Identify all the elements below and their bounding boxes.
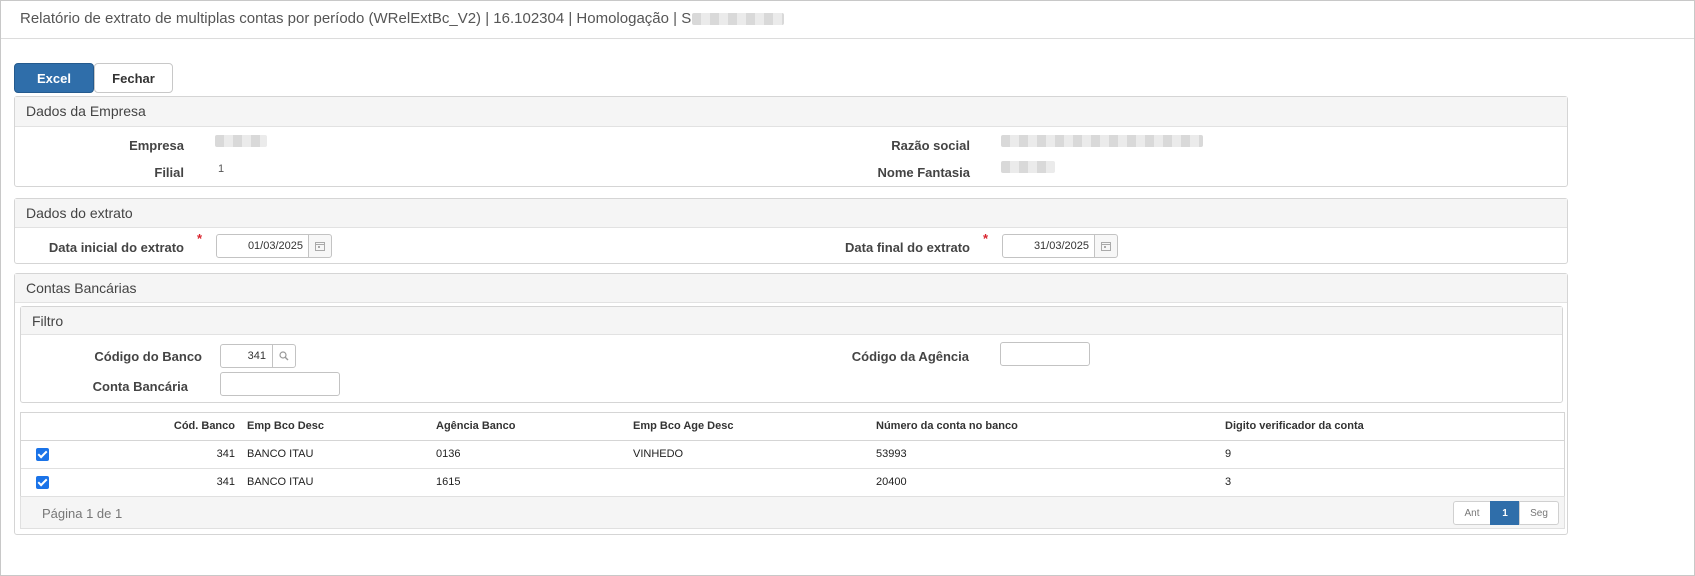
- cell-digito-verificador: 3: [1219, 468, 1564, 497]
- page-1-button[interactable]: 1: [1490, 501, 1520, 525]
- redacted-environment: [692, 13, 785, 26]
- cell-emp-bco-desc: BANCO ITAU: [241, 440, 430, 469]
- search-icon: [279, 351, 289, 361]
- data-inicial-label: Data inicial do extrato: [48, 240, 184, 255]
- table-row[interactable]: 341 BANCO ITAU 0136 VINHEDO 53993 9: [21, 440, 1564, 469]
- checkbox-checked[interactable]: [36, 475, 49, 489]
- data-inicial-input[interactable]: 01/03/2025: [216, 234, 310, 258]
- col-header-emp-bco-age-desc[interactable]: Emp Bco Age Desc: [627, 412, 870, 441]
- table-row[interactable]: 341 BANCO ITAU 1615 20400 3: [21, 468, 1564, 497]
- codigo-agencia-input[interactable]: [1000, 342, 1090, 366]
- required-mark: *: [197, 231, 203, 246]
- cell-agencia-banco: 1615: [430, 468, 627, 497]
- close-button[interactable]: Fechar: [94, 63, 173, 93]
- codigo-banco-input[interactable]: 341: [220, 344, 273, 368]
- company-panel-heading: Dados da Empresa: [15, 97, 1567, 127]
- cell-cod-banco: 341: [85, 468, 241, 497]
- window-title-text: Relatório de extrato de multiplas contas…: [20, 10, 692, 27]
- codigo-banco-label: Código do Banco: [94, 349, 202, 364]
- data-final-label: Data final do extrato: [845, 240, 970, 255]
- cell-numero-conta: 20400: [870, 468, 1219, 497]
- codigo-agencia-label: Código da Agência: [851, 349, 969, 364]
- col-header-cod-banco[interactable]: Cód. Banco: [85, 412, 241, 441]
- col-header-digito-verificador[interactable]: Digito verificador da conta: [1219, 412, 1564, 441]
- filial-value: 1: [218, 163, 225, 175]
- col-header-emp-bco-desc[interactable]: Emp Bco Desc: [241, 412, 430, 441]
- col-header-numero-conta[interactable]: Número da conta no banco: [870, 412, 1219, 441]
- razao-social-value-redacted: [1001, 135, 1203, 147]
- cell-numero-conta: 53993: [870, 440, 1219, 469]
- calendar-icon: [315, 242, 325, 251]
- table-header-row: Cód. Banco Emp Bco Desc Agência Banco Em…: [21, 412, 1564, 441]
- bank-accounts-heading: Contas Bancárias: [15, 274, 1567, 303]
- cell-digito-verificador: 9: [1219, 440, 1564, 469]
- conta-bancaria-input[interactable]: [220, 372, 340, 396]
- prev-page-button[interactable]: Ant: [1453, 501, 1491, 525]
- pagination-bar: Página 1 de 1: [20, 496, 1565, 529]
- empresa-value-redacted: [215, 135, 267, 147]
- checkbox-checked[interactable]: [36, 447, 49, 461]
- app-window: Relatório de extrato de multiplas contas…: [0, 0, 1695, 576]
- excel-button[interactable]: Excel: [14, 63, 94, 93]
- nome-fantasia-value-redacted: [1001, 161, 1055, 173]
- calendar-button[interactable]: [308, 234, 332, 258]
- cell-cod-banco: 341: [85, 440, 241, 469]
- empresa-label: Empresa: [129, 138, 184, 153]
- row-checkbox-cell[interactable]: [21, 440, 85, 469]
- data-final-input[interactable]: 31/03/2025: [1002, 234, 1096, 258]
- pagination-summary: Página 1 de 1: [42, 506, 123, 521]
- filter-heading: Filtro: [21, 307, 1562, 335]
- statement-panel-heading: Dados do extrato: [15, 199, 1567, 228]
- filial-label: Filial: [154, 165, 184, 180]
- next-page-button[interactable]: Seg: [1519, 501, 1559, 525]
- window-title: Relatório de extrato de multiplas contas…: [1, 1, 1694, 39]
- conta-bancaria-label: Conta Bancária: [92, 379, 188, 394]
- search-button[interactable]: [272, 344, 296, 368]
- row-checkbox-cell[interactable]: [21, 468, 85, 497]
- accounts-table: Cód. Banco Emp Bco Desc Agência Banco Em…: [21, 412, 1564, 497]
- razao-social-label: Razão social: [891, 138, 970, 153]
- select-column-header[interactable]: [21, 412, 85, 441]
- calendar-button[interactable]: [1094, 234, 1118, 258]
- cell-emp-bco-desc: BANCO ITAU: [241, 468, 430, 497]
- nome-fantasia-label: Nome Fantasia: [877, 165, 970, 180]
- cell-emp-bco-age-desc: [627, 468, 870, 497]
- cell-agencia-banco: 0136: [430, 440, 627, 469]
- required-mark: *: [983, 231, 989, 246]
- cell-emp-bco-age-desc: VINHEDO: [627, 440, 870, 469]
- calendar-icon: [1101, 242, 1111, 251]
- col-header-agencia-banco[interactable]: Agência Banco: [430, 412, 627, 441]
